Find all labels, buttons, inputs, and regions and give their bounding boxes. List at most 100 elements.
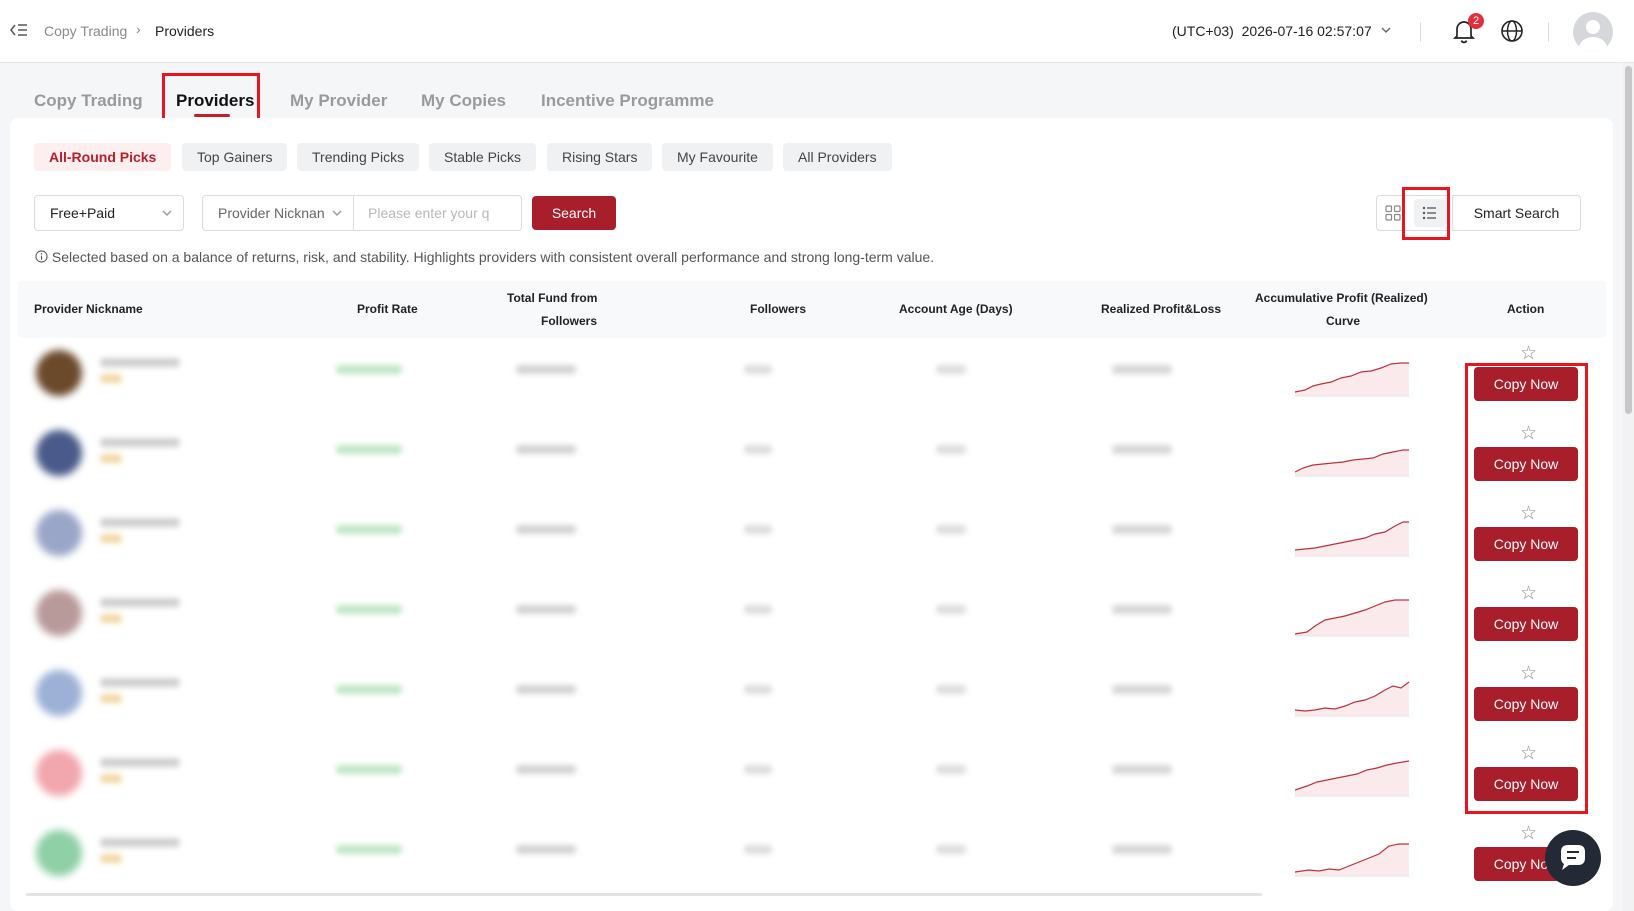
provider-nickname-blurred	[100, 854, 122, 863]
info-note: Selected based on a balance of returns, …	[35, 249, 934, 265]
profit-curve-sparkline	[1295, 760, 1410, 797]
col-realized-pnl[interactable]: Realized Profit&Loss	[1101, 298, 1221, 321]
col-total-fund-line1[interactable]: Total Fund from	[507, 287, 597, 310]
provider-avatar[interactable]	[36, 670, 82, 716]
provider-avatar[interactable]	[36, 830, 82, 876]
cell-value-blurred	[336, 605, 402, 614]
cell-value-blurred	[1112, 845, 1172, 854]
datetime-label: 2026-07-16 02:57:07	[1241, 23, 1372, 39]
divider	[1420, 22, 1421, 42]
user-avatar-icon[interactable]	[1573, 12, 1613, 52]
tab-incentive-programme[interactable]: Incentive Programme	[541, 91, 714, 111]
cell-value-blurred	[744, 605, 772, 614]
provider-nickname-blurred	[100, 598, 180, 607]
notification-badge: 2	[1468, 13, 1484, 29]
profit-curve-sparkline	[1295, 681, 1410, 717]
provider-avatar[interactable]	[36, 430, 82, 476]
cell-value-blurred	[936, 845, 966, 854]
col-account-age[interactable]: Account Age (Days)	[899, 298, 1013, 321]
tab-my-copies[interactable]: My Copies	[421, 91, 506, 111]
cell-value-blurred	[936, 685, 966, 694]
breadcrumb-copy-trading[interactable]: Copy Trading	[44, 23, 127, 39]
cell-value-blurred	[744, 445, 772, 454]
grid-view-icon[interactable]	[1385, 205, 1401, 221]
smart-search-button[interactable]: Smart Search	[1452, 195, 1581, 231]
breadcrumb-providers: Providers	[155, 23, 215, 39]
cell-value-blurred	[744, 765, 772, 774]
cell-value-blurred	[1112, 605, 1172, 614]
table-row: ☆ Copy Now	[18, 738, 1606, 818]
filter-trending-picks[interactable]: Trending Picks	[297, 143, 420, 171]
filter-rising-stars[interactable]: Rising Stars	[547, 143, 653, 171]
provider-nickname-blurred	[100, 374, 122, 383]
tab-copy-trading[interactable]: Copy Trading	[34, 91, 143, 111]
cell-value-blurred	[516, 525, 576, 534]
globe-icon[interactable]	[1500, 19, 1524, 43]
cell-value-blurred	[336, 445, 402, 454]
provider-avatar[interactable]	[36, 590, 82, 636]
provider-avatar[interactable]	[36, 510, 82, 556]
profit-curve-sparkline	[1295, 521, 1409, 557]
provider-nickname-blurred	[100, 454, 122, 463]
cell-value-blurred	[336, 365, 402, 374]
table-row: ☆ Copy Now	[18, 578, 1606, 658]
highlight-box-copy-buttons	[1465, 363, 1588, 814]
filter-my-favourite[interactable]: My Favourite	[662, 143, 773, 171]
search-button[interactable]: Search	[532, 196, 616, 230]
col-profit-rate[interactable]: Profit Rate	[357, 298, 418, 321]
col-followers[interactable]: Followers	[750, 298, 806, 321]
provider-nickname-blurred	[100, 358, 180, 367]
vertical-scrollbar-thumb[interactable]	[1625, 66, 1632, 414]
tab-my-provider[interactable]: My Provider	[290, 91, 387, 111]
table-row: ☆ Copy Now	[18, 498, 1606, 578]
field-select[interactable]: Provider Nicknan	[202, 195, 354, 231]
provider-nickname-blurred	[100, 694, 122, 703]
profit-curve-sparkline	[1295, 449, 1409, 477]
provider-nickname-blurred	[100, 614, 122, 623]
favourite-star-icon[interactable]: ☆	[1520, 344, 1537, 364]
provider-avatar[interactable]	[36, 350, 82, 396]
cell-value-blurred	[744, 685, 772, 694]
profit-curve-sparkline	[1295, 362, 1409, 397]
cell-value-blurred	[516, 445, 576, 454]
cell-value-blurred	[336, 765, 402, 774]
cell-value-blurred	[744, 525, 772, 534]
provider-nickname-blurred	[100, 678, 180, 687]
cell-value-blurred	[516, 765, 576, 774]
table-row: ☆ Copy Now	[18, 658, 1606, 738]
cell-value-blurred	[516, 365, 576, 374]
profit-curve-sparkline	[1295, 599, 1409, 637]
timezone-label: (UTC+03)	[1172, 23, 1234, 39]
type-select[interactable]: Free+Paid	[34, 195, 184, 231]
provider-nickname-blurred	[100, 758, 180, 767]
filter-top-gainers[interactable]: Top Gainers	[182, 143, 288, 171]
highlight-box-list-view	[1402, 187, 1450, 240]
col-total-fund-line2: Followers	[541, 314, 598, 328]
chat-button[interactable]	[1545, 830, 1601, 886]
filter-all-round-picks[interactable]: All-Round Picks	[34, 143, 172, 171]
filter-all-providers[interactable]: All Providers	[783, 143, 892, 171]
col-action: Action	[1507, 302, 1545, 316]
provider-nickname-blurred	[100, 518, 180, 527]
chevron-down-icon[interactable]	[1380, 24, 1392, 36]
cell-value-blurred	[936, 525, 966, 534]
type-select-value: Free+Paid	[50, 205, 115, 221]
table-header: Provider Nickname Profit Rate Total Fund…	[18, 281, 1606, 338]
favourite-star-icon[interactable]: ☆	[1520, 824, 1537, 844]
cell-value-blurred	[1112, 445, 1172, 454]
col-accumulative-profit-line1: Accumulative Profit (Realized)	[1255, 291, 1428, 305]
search-input[interactable]	[368, 196, 518, 230]
table-row: ☆ Copy Now	[18, 818, 1606, 898]
cell-value-blurred	[936, 445, 966, 454]
provider-nickname-blurred	[100, 438, 180, 447]
col-accumulative-profit-line2: Curve	[1326, 314, 1361, 328]
cell-value-blurred	[744, 365, 772, 374]
profit-curve-sparkline	[1295, 843, 1409, 877]
collapse-menu-icon[interactable]	[10, 22, 28, 38]
cell-value-blurred	[1112, 525, 1172, 534]
horizontal-scrollbar[interactable]	[26, 893, 1262, 896]
provider-avatar[interactable]	[36, 750, 82, 796]
top-bar: Copy Trading › Providers (UTC+03) 2026-0…	[0, 0, 1634, 63]
timezone-datetime[interactable]: (UTC+03) 2026-07-16 02:57:07	[1172, 23, 1372, 39]
filter-stable-picks[interactable]: Stable Picks	[429, 143, 537, 171]
